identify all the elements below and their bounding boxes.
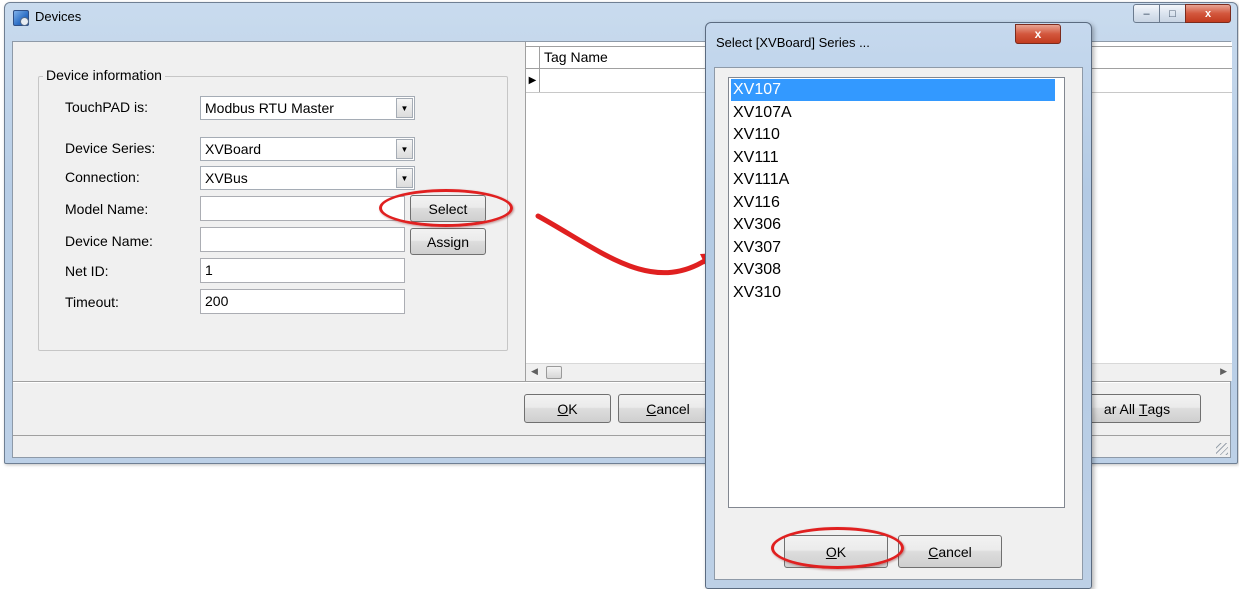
dialog-title: Select [XVBoard] Series ... xyxy=(716,35,870,50)
list-item[interactable]: XV306 xyxy=(731,214,1055,236)
list-item[interactable]: XV310 xyxy=(731,282,1055,304)
series-listbox[interactable]: XV107 XV107A XV110 XV111 XV111A XV116 XV306 XV3… xyxy=(728,77,1065,508)
list-item[interactable]: XV111A xyxy=(731,169,1055,191)
close-icon: x xyxy=(1034,27,1042,41)
dialog-cancel-button[interactable]: Cancel xyxy=(898,535,1002,568)
list-item[interactable]: XV307 xyxy=(731,237,1055,259)
list-item[interactable]: XV110 xyxy=(731,124,1055,146)
dialog-cancel-label: ancel xyxy=(938,543,972,560)
select-series-dialog: Select [XVBoard] Series ... x XV107 XV107… xyxy=(705,22,1092,589)
dialog-client: XV107 XV107A XV110 XV111 XV111A XV116 XV306 XV3… xyxy=(714,67,1083,580)
list-item[interactable]: XV107 xyxy=(731,79,1055,101)
highlight-circle-ok xyxy=(771,527,904,569)
list-item[interactable]: XV308 xyxy=(731,259,1055,281)
arrow-curve xyxy=(535,213,709,276)
list-item[interactable]: XV107A xyxy=(731,102,1055,124)
list-item[interactable]: XV111 xyxy=(731,147,1055,169)
list-item[interactable]: XV116 xyxy=(731,192,1055,214)
dialog-close-button[interactable]: x xyxy=(1015,24,1061,44)
dialog-cancel-mnemonic: C xyxy=(928,543,939,560)
